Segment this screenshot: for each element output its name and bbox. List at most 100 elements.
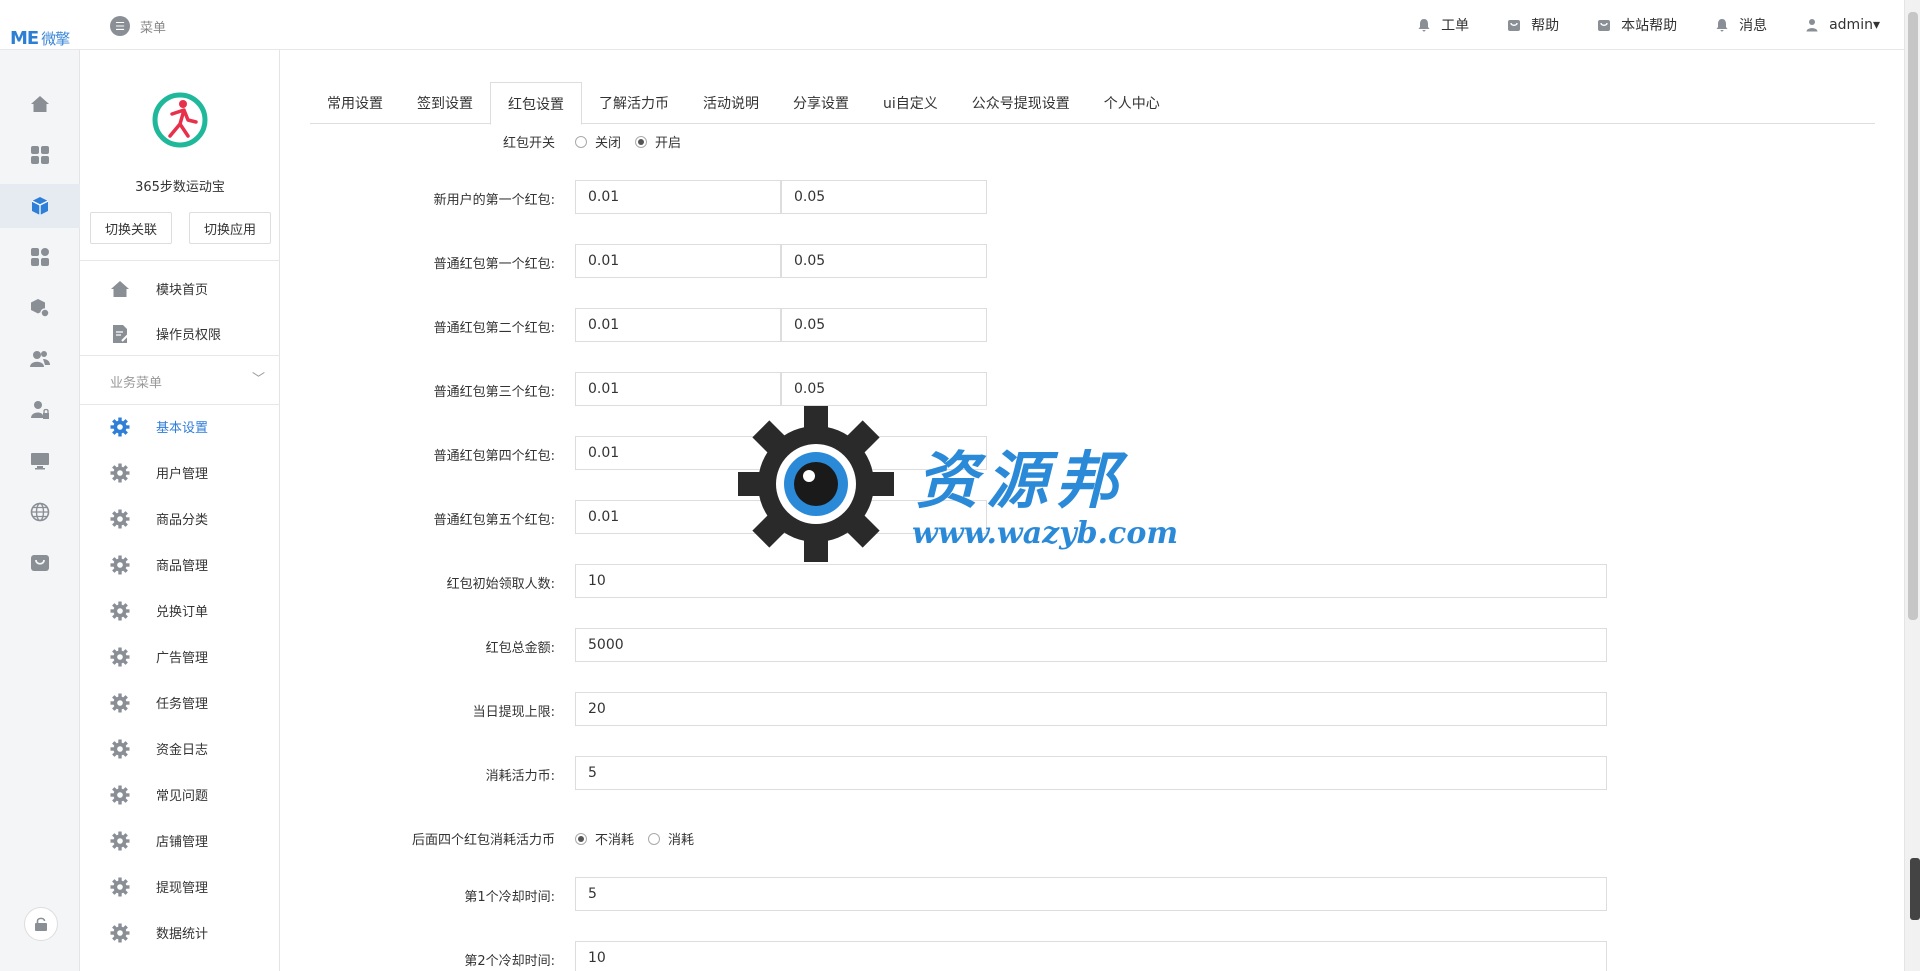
side-item-business[interactable]: 兑换订单 (80, 588, 280, 632)
tab[interactable]: ui自定义 (866, 82, 955, 124)
admin-dropdown-label: admin▾ (1829, 17, 1880, 33)
icon-nav-users[interactable] (0, 337, 80, 381)
home-icon (111, 281, 129, 297)
side-item-business[interactable]: 数据统计 (80, 910, 280, 954)
side-item-label: 资金日志 (156, 743, 209, 758)
tab[interactable]: 个人中心 (1087, 82, 1177, 124)
text-input[interactable]: 20 (575, 692, 1607, 726)
tab[interactable]: 红包设置 (490, 82, 582, 125)
switch-app-button[interactable]: 切换应用 (189, 212, 271, 244)
side-item-operator-permission[interactable]: 操作员权限 (80, 311, 280, 355)
bell-icon (1418, 19, 1430, 32)
form-row-consume: 后面四个红包消耗活力币 不消耗 消耗 (310, 827, 1875, 857)
side-item-business[interactable]: 商品分类 (80, 496, 280, 540)
form-row-range: 普通红包第三个红包: 0.01 0.05 (310, 372, 1875, 406)
icon-nav-apps[interactable] (0, 133, 80, 177)
top-item-ticket[interactable]: 工单 (1417, 15, 1469, 35)
range-max-input[interactable]: 0.05 (781, 308, 987, 342)
chevron-down-icon[interactable]: ﹀ (252, 368, 265, 387)
menu-label: 菜单 (140, 20, 167, 36)
icon-nav-store[interactable] (0, 541, 80, 585)
page-scrollbar[interactable] (1904, 0, 1920, 971)
radio-consume[interactable]: 消耗 (648, 829, 694, 848)
icon-nav-module-settings[interactable] (0, 235, 80, 279)
top-item-help[interactable]: 帮助 (1507, 15, 1559, 35)
business-menu-title: 业务菜单 (110, 376, 163, 391)
field-label: 红包开关 (502, 136, 555, 151)
lock-button[interactable] (24, 907, 58, 941)
radio-off[interactable]: 关闭 (575, 132, 621, 151)
side-menu: 365步数运动宝 切换关联 切换应用 模块首页 操作员权限 业务菜单 ﹀ 基本设… (80, 50, 280, 971)
side-item-business[interactable]: 提现管理 (80, 864, 280, 908)
text-input[interactable]: 5 (575, 756, 1607, 790)
icon-nav-user-permission[interactable] (0, 388, 80, 432)
tab[interactable]: 常用设置 (310, 82, 400, 124)
text-input[interactable]: 5000 (575, 628, 1607, 662)
field-label: 第2个冷却时间: (464, 954, 555, 969)
form-row-field: 红包总金额: 5000 (310, 628, 1875, 662)
side-widget[interactable] (1910, 858, 1920, 920)
range-min-input[interactable]: 0.01 (575, 500, 781, 534)
top-item-messages[interactable]: 消息 (1715, 15, 1767, 35)
side-item-module-home[interactable]: 模块首页 (80, 266, 280, 310)
range-max-input[interactable]: 0.05 (781, 500, 987, 534)
lock-icon (35, 917, 47, 931)
gear-icon (110, 463, 130, 483)
range-max-input[interactable]: 0.05 (781, 244, 987, 278)
range-min-input[interactable]: 0.01 (575, 180, 781, 214)
range-min-input[interactable]: 0.01 (575, 308, 781, 342)
icon-nav-package[interactable] (0, 286, 80, 330)
form-row-field: 当日提现上限: 20 (310, 692, 1875, 726)
side-item-business[interactable]: 任务管理 (80, 680, 280, 724)
gear-icon (110, 739, 130, 759)
side-item-business[interactable]: 店铺管理 (80, 818, 280, 862)
range-max-input[interactable]: 0.05 (781, 180, 987, 214)
side-item-business[interactable]: 资金日志 (80, 726, 280, 770)
form-row-field: 第1个冷却时间: 5 (310, 877, 1875, 911)
tab[interactable]: 了解活力币 (582, 82, 686, 124)
top-item-label: 消息 (1739, 18, 1768, 34)
field-label: 红包总金额: (485, 641, 555, 656)
icon-nav-monitor[interactable] (0, 439, 80, 483)
divider (80, 355, 280, 356)
radio-on[interactable]: 开启 (635, 132, 681, 151)
side-item-business[interactable]: 常见问题 (80, 772, 280, 816)
icon-nav-globe[interactable] (0, 490, 80, 534)
icon-sidebar (0, 50, 80, 971)
radio-not-consume[interactable]: 不消耗 (575, 829, 634, 848)
side-item-label: 提现管理 (156, 881, 209, 896)
switch-link-button[interactable]: 切换关联 (90, 212, 172, 244)
range-max-input[interactable]: 0.05 (781, 372, 987, 406)
text-input[interactable]: 10 (575, 564, 1607, 598)
top-item-site-help[interactable]: 本站帮助 (1597, 15, 1677, 35)
main-content: 常用设置 签到设置 红包设置 了解活力币 活动说明 分享设置 ui自定义 公众号提现设置 个人中… (310, 50, 1875, 971)
logo[interactable]: ME 微擎 (10, 28, 70, 49)
side-item-business[interactable]: 广告管理 (80, 634, 280, 678)
range-min-input[interactable]: 0.01 (575, 372, 781, 406)
scrollbar-thumb[interactable] (1908, 12, 1918, 620)
top-item-admin[interactable]: admin▾ (1805, 17, 1880, 33)
tab[interactable]: 签到设置 (400, 82, 490, 124)
tab[interactable]: 活动说明 (686, 82, 776, 124)
side-item-label: 兑换订单 (156, 605, 209, 620)
range-min-input[interactable]: 0.01 (575, 244, 781, 278)
tab[interactable]: 分享设置 (776, 82, 866, 124)
side-item-label: 常见问题 (156, 789, 209, 804)
icon-nav-modules[interactable] (0, 184, 80, 228)
range-max-input[interactable]: 0.05 (781, 436, 987, 470)
text-input[interactable]: 5 (575, 877, 1607, 911)
app-logo (152, 92, 208, 148)
range-min-input[interactable]: 0.01 (575, 436, 781, 470)
side-item-business[interactable]: 用户管理 (80, 450, 280, 494)
form-row-field: 消耗活力币: 5 (310, 756, 1875, 790)
side-item-business[interactable]: 商品管理 (80, 542, 280, 586)
text-input[interactable]: 10 (575, 941, 1607, 971)
tab[interactable]: 公众号提现设置 (955, 82, 1087, 124)
user-icon (1806, 19, 1818, 32)
top-bar: ME 微擎 ☰ 菜单 工单 帮助 本站帮助 消息 admin▾ (0, 0, 1920, 50)
form-row-field: 第2个冷却时间: 10 (310, 941, 1875, 971)
side-item-business[interactable]: 基本设置 (80, 404, 280, 448)
side-item-label: 模块首页 (156, 283, 209, 298)
menu-toggle-button[interactable]: ☰ 菜单 (110, 16, 166, 36)
icon-nav-home[interactable] (0, 82, 80, 126)
